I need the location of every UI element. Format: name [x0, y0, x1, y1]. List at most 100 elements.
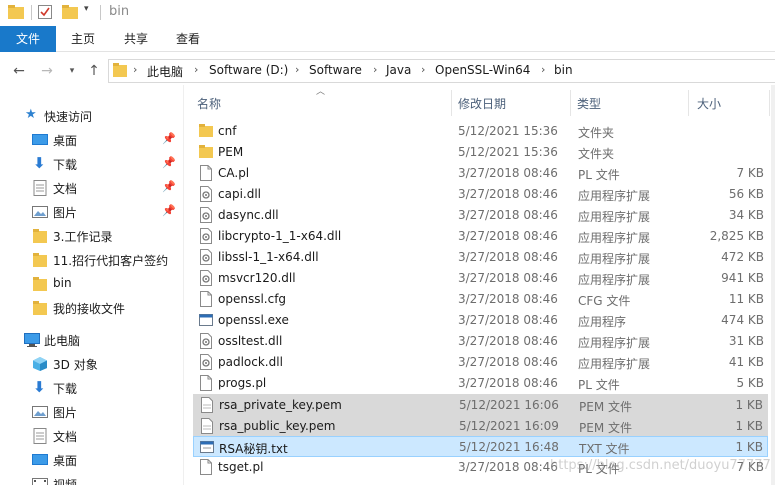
breadcrumb-chevron-icon[interactable]: › [133, 63, 137, 76]
sidebar-item-pc-desktop[interactable]: 桌面 [0, 448, 183, 472]
file-row[interactable]: openssl.cfg 3/27/2018 08:46 CFG 文件 11 KB [193, 289, 768, 310]
sidebar-item-cmb-signing[interactable]: 11.招行代扣客户签约 [0, 248, 183, 272]
column-header-label: 类型 [577, 97, 602, 111]
picture-icon [32, 206, 48, 218]
breadcrumb-java[interactable]: Java [386, 63, 411, 77]
file-size: 474 KB [721, 313, 764, 327]
sidebar-item-bin[interactable]: bin [0, 272, 183, 296]
file-name: tsget.pl [218, 460, 264, 474]
up-arrow-icon[interactable]: ↑ [85, 62, 103, 80]
file-type: PL 文件 [578, 168, 620, 182]
sidebar-item-label: 我的接收文件 [53, 302, 126, 316]
sidebar-item-pc-pictures[interactable]: 图片 [0, 400, 183, 424]
breadcrumb-this-pc[interactable]: 此电脑 [147, 63, 183, 80]
file-modified-date: 3/27/2018 08:46 [458, 334, 558, 348]
properties-check-icon[interactable] [38, 5, 52, 19]
address-bar[interactable]: › 此电脑 › Software (D:) › Software › Java … [108, 59, 775, 83]
file-row[interactable]: rsa_public_key.pem 5/12/2021 16:09 PEM 文件 1… [193, 415, 768, 436]
back-arrow-icon[interactable]: ← [10, 62, 28, 80]
pin-icon[interactable]: 📌 [162, 156, 176, 169]
column-header-date[interactable]: 修改日期 [452, 87, 570, 117]
sidebar-item-pc-videos[interactable]: 视频 [0, 472, 183, 485]
file-size: 1 KB [735, 440, 763, 454]
file-icon [200, 375, 212, 391]
file-row[interactable]: RSA秘钥.txt 5/12/2021 16:48 TXT 文件 1 KB [193, 436, 768, 457]
folder-icon [199, 124, 213, 137]
recent-locations-chevron-icon[interactable]: ▾ [63, 62, 81, 80]
file-type: 应用程序扩展 [578, 231, 651, 245]
forward-arrow-icon[interactable]: → [38, 62, 56, 80]
file-row[interactable]: dasync.dll 3/27/2018 08:46 应用程序扩展 34 KB [193, 205, 768, 226]
sidebar-item-desktop[interactable]: 桌面 📌 [0, 128, 183, 152]
pin-icon[interactable]: 📌 [162, 180, 176, 193]
sidebar-quick-access[interactable]: ★ 快速访问 [0, 104, 183, 128]
sidebar-item-pc-documents[interactable]: 文档 [0, 424, 183, 448]
download-arrow-icon: ⬇ [33, 154, 46, 172]
sidebar-item-pc-downloads[interactable]: ⬇ 下载 [0, 376, 183, 400]
column-header-label: 名称 [197, 97, 222, 111]
file-row[interactable]: capi.dll 3/27/2018 08:46 应用程序扩展 56 KB [193, 184, 768, 205]
folder-icon [8, 5, 24, 19]
breadcrumb-openssl[interactable]: OpenSSL-Win64 [435, 63, 530, 77]
file-row[interactable]: CA.pl 3/27/2018 08:46 PL 文件 7 KB [193, 163, 768, 184]
column-header-name[interactable]: 名称 [193, 87, 451, 117]
file-modified-date: 3/27/2018 08:46 [458, 208, 558, 222]
file-modified-date: 3/27/2018 08:46 [458, 355, 558, 369]
breadcrumb-chevron-icon[interactable]: › [295, 63, 299, 76]
sidebar-item-work-records[interactable]: 3.工作记录 [0, 224, 183, 248]
file-row[interactable]: msvcr120.dll 3/27/2018 08:46 应用程序扩展 941 KB [193, 268, 768, 289]
file-row[interactable]: cnf 5/12/2021 15:36 文件夹 [193, 121, 768, 142]
pin-icon[interactable]: 📌 [162, 132, 176, 145]
folder-icon [33, 229, 47, 243]
file-row[interactable]: rsa_private_key.pem 5/12/2021 16:06 PEM 文件… [193, 394, 768, 415]
file-size: 2,825 KB [709, 229, 764, 243]
navigation-bar: ← → ▾ ↑ › 此电脑 › Software (D:) › Software… [0, 57, 775, 85]
file-row[interactable]: PEM 5/12/2021 15:36 文件夹 [193, 142, 768, 163]
ribbon-tabs: 文件 主页 共享 查看 [0, 26, 775, 52]
vertical-scrollbar[interactable] [771, 85, 775, 485]
sidebar-item-label: 文档 [53, 182, 78, 196]
breadcrumb-chevron-icon[interactable]: › [194, 63, 198, 76]
breadcrumb-software[interactable]: Software [309, 63, 362, 77]
file-row[interactable]: ossltest.dll 3/27/2018 08:46 应用程序扩展 31 KB [193, 331, 768, 352]
breadcrumb-chevron-icon[interactable]: › [421, 63, 425, 76]
tab-view[interactable]: 查看 [165, 26, 211, 52]
column-header-size[interactable]: 大小 [689, 87, 769, 117]
toolbar-separator [100, 5, 101, 20]
tab-share[interactable]: 共享 [113, 26, 159, 52]
customize-toolbar-chevron-icon[interactable]: ▾ [84, 4, 89, 14]
file-name: libssl-1_1-x64.dll [218, 250, 319, 264]
tab-home[interactable]: 主页 [60, 26, 106, 52]
file-type: 文件夹 [578, 126, 615, 140]
file-modified-date: 3/27/2018 08:46 [458, 313, 558, 327]
file-row[interactable]: progs.pl 3/27/2018 08:46 PL 文件 5 KB [193, 373, 768, 394]
video-icon [32, 478, 48, 485]
sidebar-item-downloads[interactable]: ⬇ 下载 📌 [0, 152, 183, 176]
pane-divider[interactable] [183, 85, 184, 485]
sidebar-item-3d-objects[interactable]: 3D 对象 [0, 352, 183, 376]
breadcrumb-chevron-icon[interactable]: › [541, 63, 545, 76]
tab-file[interactable]: 文件 [0, 26, 56, 52]
column-header-type[interactable]: 类型 [571, 87, 688, 117]
file-icon [200, 291, 212, 307]
dll-icon [200, 186, 212, 202]
file-size: 472 KB [721, 250, 764, 264]
file-row[interactable]: libssl-1_1-x64.dll 3/27/2018 08:46 应用程序扩展 4… [193, 247, 768, 268]
window-title: bin [109, 4, 130, 19]
sidebar-this-pc[interactable]: 此电脑 [0, 328, 183, 352]
file-size: 1 KB [735, 398, 763, 412]
breadcrumb-bin[interactable]: bin [554, 63, 573, 77]
pin-icon[interactable]: 📌 [162, 204, 176, 217]
breadcrumb-chevron-icon[interactable]: › [373, 63, 377, 76]
column-resize-handle[interactable] [769, 90, 770, 116]
sidebar-item-pictures[interactable]: 图片 📌 [0, 200, 183, 224]
sidebar-item-documents[interactable]: 文档 📌 [0, 176, 183, 200]
breadcrumb-drive[interactable]: Software (D:) [209, 63, 288, 77]
file-row[interactable]: openssl.exe 3/27/2018 08:46 应用程序 474 KB [193, 310, 768, 331]
folder-icon [33, 253, 47, 267]
file-row[interactable]: libcrypto-1_1-x64.dll 3/27/2018 08:46 应用程序… [193, 226, 768, 247]
new-folder-icon[interactable] [62, 5, 78, 19]
sidebar-item-received-files[interactable]: 我的接收文件 [0, 296, 183, 320]
picture-icon [32, 406, 48, 418]
file-row[interactable]: padlock.dll 3/27/2018 08:46 应用程序扩展 41 KB [193, 352, 768, 373]
